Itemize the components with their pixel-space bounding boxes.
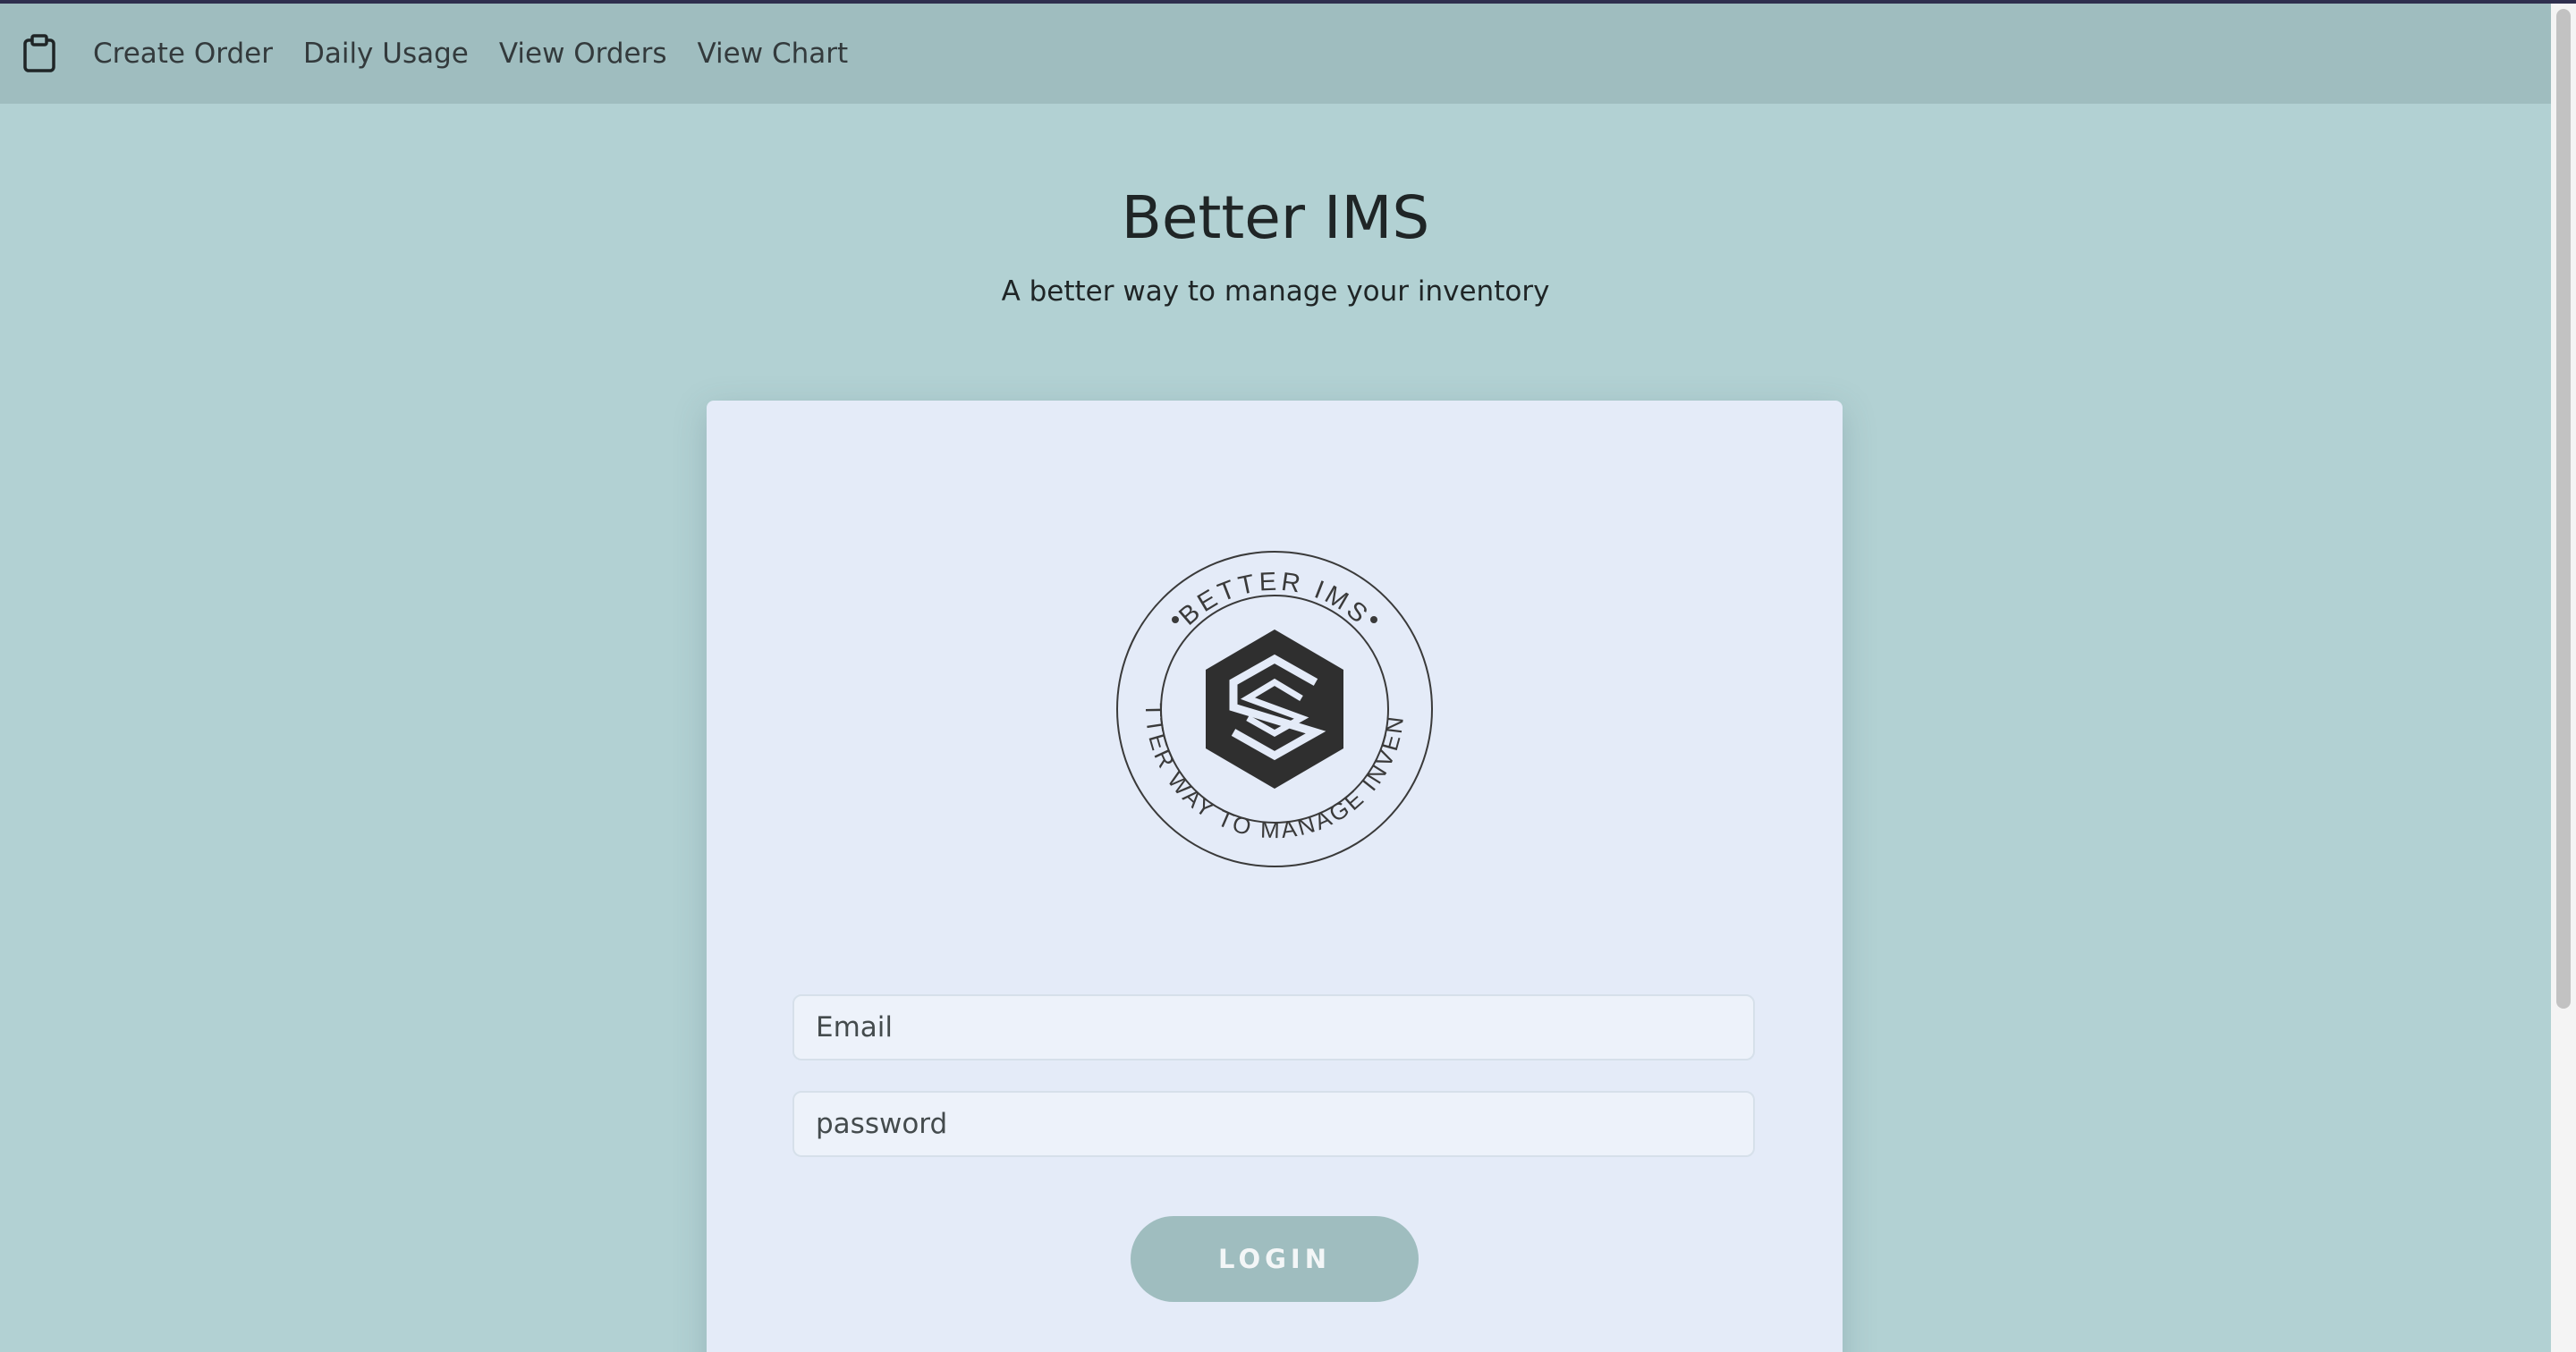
email-field[interactable] [792, 994, 1755, 1060]
better-ims-seal-logo: BETTER IMS A BETTER WAY TO MANAGE INVENT… [1114, 548, 1433, 867]
nav-link-daily-usage[interactable]: Daily Usage [303, 38, 469, 70]
seal-top-text: BETTER IMS [1174, 568, 1371, 631]
page-subtitle: A better way to manage your inventory [1001, 275, 1550, 308]
vertical-scrollbar[interactable] [2551, 4, 2576, 1352]
nav-link-create-order[interactable]: Create Order [93, 38, 273, 70]
s-hexagon-logo-icon [1206, 630, 1343, 789]
nav-link-view-orders[interactable]: View Orders [499, 38, 667, 70]
svg-text:BETTER IMS: BETTER IMS [1174, 568, 1375, 631]
password-field[interactable] [792, 1091, 1755, 1157]
scrollbar-thumb[interactable] [2556, 9, 2571, 1009]
clipboard-icon[interactable] [21, 34, 57, 73]
login-button[interactable]: LOGIN [1131, 1216, 1419, 1302]
page-title: Better IMS [1121, 183, 1430, 252]
nav-link-view-chart[interactable]: View Chart [698, 38, 849, 70]
login-card: BETTER IMS A BETTER WAY TO MANAGE INVENT… [707, 401, 1843, 1352]
top-navbar: Create Order Daily Usage View Orders Vie… [0, 4, 2551, 104]
